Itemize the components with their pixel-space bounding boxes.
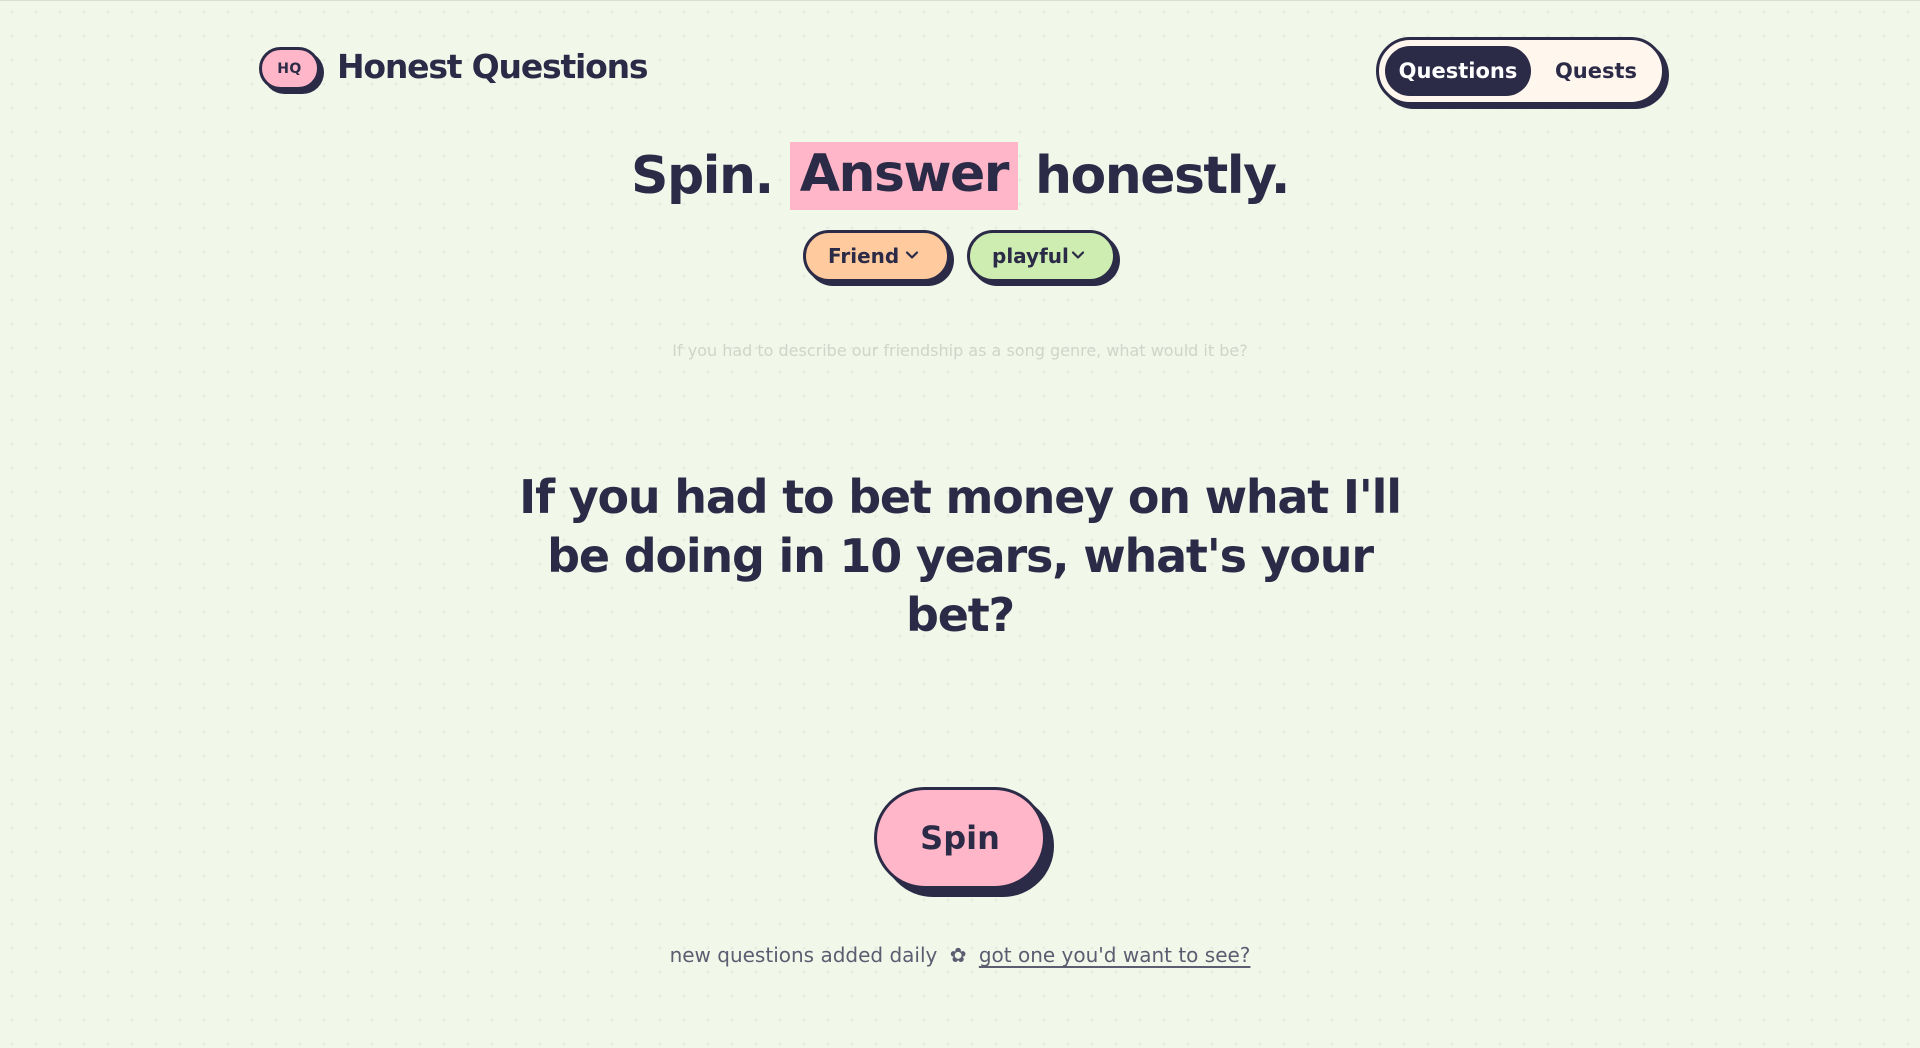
current-question: If you had to bet money on what I'll be … [519, 470, 1402, 642]
logo-badge[interactable]: HQ [259, 47, 320, 90]
relationship-dropdown[interactable]: Friend [803, 230, 950, 282]
chevron-down-icon [905, 251, 919, 259]
hero-heading: Spin. Answer honestly. [0, 136, 1920, 216]
tone-dropdown-label: playful [992, 244, 1069, 268]
hero-word-spin: Spin. [631, 146, 774, 206]
suggest-question-link[interactable]: got one you'd want to see? [979, 943, 1251, 967]
footer-text: new questions added daily [669, 943, 938, 967]
mode-switch: Questions Quests [1376, 37, 1665, 105]
previous-question: If you had to describe our friendship as… [672, 341, 1248, 360]
top-border [0, 0, 1920, 1]
chevron-down-icon [1071, 251, 1085, 259]
tone-dropdown[interactable]: playful [967, 230, 1116, 282]
brand-name[interactable]: Honest Questions [337, 46, 649, 88]
spin-button[interactable]: Spin [874, 787, 1046, 889]
footer: new questions added daily ✿ got one you'… [0, 943, 1920, 967]
hero-highlight-answer: Answer [789, 142, 1018, 210]
tab-questions[interactable]: Questions [1385, 46, 1531, 96]
flower-icon: ✿ [949, 943, 967, 967]
hero-word-honestly: honestly. [1034, 146, 1291, 206]
tab-quests[interactable]: Quests [1537, 46, 1655, 96]
relationship-dropdown-label: Friend [828, 244, 900, 268]
